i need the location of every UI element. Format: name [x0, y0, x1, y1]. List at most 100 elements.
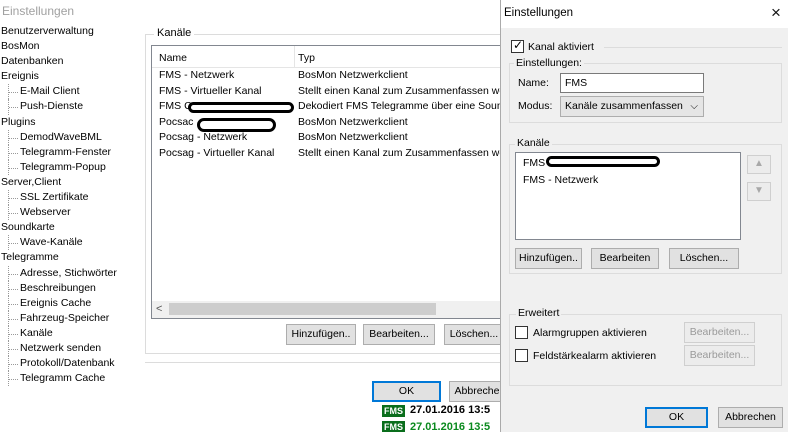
listview-header: Name Typ: [152, 46, 505, 68]
alarm-groups-checkbox[interactable]: [515, 326, 528, 339]
tree-item[interactable]: Telegramm-Fenster: [1, 144, 143, 160]
list-item[interactable]: FMS: [523, 157, 545, 169]
tree-item[interactable]: Push-Dienste: [1, 99, 143, 115]
list-item[interactable]: FMS - Netzwerk: [523, 174, 598, 186]
move-up-button[interactable]: ▲: [747, 155, 771, 174]
tree-item[interactable]: Telegramme: [1, 250, 143, 265]
edit-channel-button[interactable]: Bearbeiten...: [363, 324, 435, 345]
tree-item[interactable]: Soundkarte: [1, 220, 143, 235]
name-label: Name:: [518, 77, 549, 89]
tree-item[interactable]: DemodWaveBML: [1, 129, 143, 145]
listview-rows: FMS - Netzwerk BosMon Netzwerkclient FMS -…: [152, 68, 505, 161]
mode-label: Modus:: [518, 100, 553, 112]
tree-item[interactable]: Beschreibungen: [1, 280, 143, 296]
tree-item[interactable]: E-Mail Client: [1, 84, 143, 100]
tree-item[interactable]: Ereignis: [1, 69, 143, 84]
table-row[interactable]: Pocsag - Netzwerk BosMon Netzwerkclient: [152, 130, 505, 146]
status-timestamp-highlight: 27.01.2016 13:5: [410, 421, 491, 432]
tree-item[interactable]: Netzwerk senden: [1, 340, 143, 357]
signal-alarm-label: Feldstärkealarm aktivieren: [533, 350, 657, 362]
tree-item[interactable]: Server,Client: [1, 175, 143, 190]
tree-item[interactable]: Fahrzeug-Speicher: [1, 310, 143, 326]
redaction-mark: [197, 118, 276, 132]
cell-type: BosMon Netzwerkclient: [298, 131, 408, 143]
add-button[interactable]: Hinzufügen..: [515, 248, 582, 269]
divider: [604, 47, 782, 48]
signal-alarm-checkbox[interactable]: [515, 349, 528, 362]
move-down-button[interactable]: ▼: [747, 182, 771, 201]
cell-name: Pocsac: [159, 115, 194, 128]
mode-select[interactable]: Kanäle zusammenfassen ⌵: [560, 96, 704, 117]
tree-item[interactable]: SSL Zertifikate: [1, 190, 143, 206]
status-timestamp: 27.01.2016 13:5: [410, 404, 491, 416]
channels-group-label: Kanäle: [515, 137, 552, 149]
tree-item[interactable]: Ereignis Cache: [1, 295, 143, 311]
table-row[interactable]: FMS - Netzwerk BosMon Netzwerkclient: [152, 68, 505, 84]
cell-type: Dekodiert FMS Telegramme über eine Sound: [298, 100, 506, 112]
ok-button[interactable]: OK: [372, 381, 441, 402]
divider: [145, 362, 505, 363]
column-separator[interactable]: [294, 46, 295, 68]
tree-item[interactable]: Telegramm-Popup: [1, 159, 143, 176]
tree-item[interactable]: Protokoll/Datenbank: [1, 356, 143, 372]
redaction-mark: [188, 102, 294, 113]
dialog-title: Einstellungen: [504, 7, 574, 19]
cell-type: Stellt einen Kanal zum Zusammenfassen we…: [298, 84, 506, 97]
channels-group-label: Kanäle: [154, 27, 195, 39]
cancel-button[interactable]: Abbreche: [449, 381, 505, 402]
tree-item[interactable]: Datenbanken: [1, 54, 143, 69]
dialog-ok-button[interactable]: OK: [645, 407, 708, 428]
dialog-titlebar[interactable]: Einstellungen ×: [501, 0, 788, 28]
cell-type: BosMon Netzwerkclient: [298, 69, 408, 81]
delete-channel-button[interactable]: Löschen...: [444, 324, 504, 345]
cell-name: FMS - Netzwerk: [159, 69, 235, 81]
column-header-type[interactable]: Typ: [298, 52, 315, 64]
advanced-group-label: Erweitert: [516, 307, 562, 319]
tree-item[interactable]: Kanäle: [1, 325, 143, 342]
status-badge: FMS: [382, 405, 405, 417]
delete-button[interactable]: Löschen...: [669, 248, 739, 269]
add-channel-button[interactable]: Hinzufügen..: [286, 324, 356, 345]
close-icon[interactable]: ×: [771, 3, 781, 23]
column-header-name[interactable]: Name: [159, 52, 187, 64]
scrollbar-thumb[interactable]: [169, 303, 436, 315]
cell-name: Pocsag - Virtueller Kanal: [159, 146, 275, 159]
cell-name: FMS C: [159, 100, 192, 112]
scroll-left-icon[interactable]: <: [156, 303, 162, 315]
channel-settings-dialog: Einstellungen × ✓ Kanal aktiviert Einste…: [500, 0, 788, 432]
background-settings-window: Einstellungen Benutzerverwaltung BosMon Da…: [0, 0, 506, 432]
channels-listview[interactable]: Name Typ FMS - Netzwerk BosMon Netzwerkcl…: [151, 45, 506, 319]
channel-active-checkbox[interactable]: ✓: [511, 38, 524, 53]
dialog-cancel-button[interactable]: Abbrechen: [718, 407, 783, 428]
horizontal-scrollbar[interactable]: <: [152, 301, 505, 318]
check-mark-icon: ✓: [513, 38, 524, 52]
cell-type: Stellt einen Kanal zum Zusammenfassen we…: [298, 146, 506, 159]
settings-group-label: Einstellungen:: [514, 57, 584, 69]
chevron-down-icon: ⌵: [690, 101, 698, 112]
cell-type: BosMon Netzwerkclient: [298, 115, 408, 128]
cell-name: Pocsag - Netzwerk: [159, 131, 248, 143]
background-window-title: Einstellungen: [2, 4, 75, 18]
name-input[interactable]: FMS: [560, 73, 704, 93]
tree-item[interactable]: Webserver: [1, 205, 143, 221]
arrow-up-icon: ▲: [754, 158, 764, 169]
channel-active-label: Kanal aktiviert: [528, 41, 594, 53]
cell-name: FMS - Virtueller Kanal: [159, 84, 262, 97]
table-row[interactable]: FMS - Virtueller Kanal Stellt einen Kanal…: [152, 84, 505, 100]
status-badge: FMS: [382, 421, 405, 432]
tree-item[interactable]: Adresse, Stichwörter: [1, 265, 143, 281]
mode-selected-value: Kanäle zusammenfassen: [565, 100, 683, 112]
arrow-down-icon: ▼: [754, 185, 764, 196]
tree-item[interactable]: Telegramm Cache: [1, 371, 143, 387]
alarm-groups-edit-button[interactable]: Bearbeiten...: [684, 322, 755, 343]
table-row[interactable]: Pocsag - Virtueller Kanal Stellt einen Ka…: [152, 146, 505, 162]
redaction-mark: [546, 156, 660, 167]
edit-button[interactable]: Bearbeiten: [591, 248, 659, 269]
alarm-groups-label: Alarmgruppen aktivieren: [533, 327, 647, 339]
tree-item[interactable]: Benutzerverwaltung: [1, 24, 143, 39]
tree-item[interactable]: Plugins: [1, 115, 143, 130]
signal-alarm-edit-button[interactable]: Bearbeiten...: [684, 345, 755, 366]
settings-tree[interactable]: Benutzerverwaltung BosMon Datenbanken Ereig…: [1, 24, 143, 387]
tree-item[interactable]: Wave-Kanäle: [1, 235, 143, 251]
tree-item[interactable]: BosMon: [1, 39, 143, 54]
